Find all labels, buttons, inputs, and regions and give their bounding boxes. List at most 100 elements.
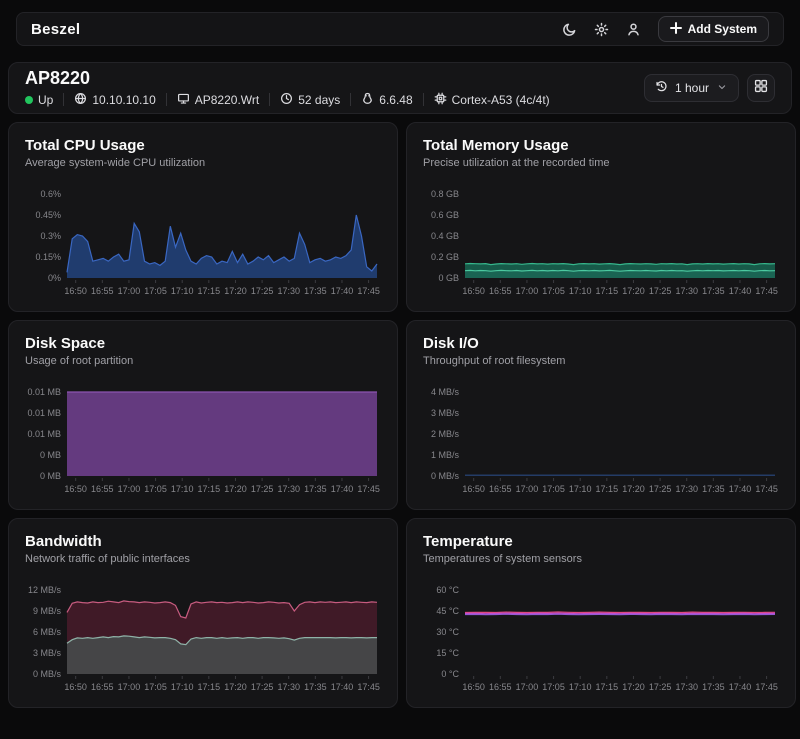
- svg-text:3 MB/s: 3 MB/s: [33, 648, 62, 658]
- svg-text:17:10: 17:10: [171, 286, 194, 296]
- svg-text:17:25: 17:25: [251, 682, 274, 692]
- svg-text:17:20: 17:20: [224, 286, 247, 296]
- chart-subtitle: Precise utilization at the recorded time: [423, 157, 779, 169]
- svg-text:17:40: 17:40: [729, 286, 752, 296]
- system-name: AP8220: [25, 69, 550, 87]
- svg-text:17:05: 17:05: [542, 682, 565, 692]
- disk-space-chart: 0 MB 0 MB 0.01 MB 0.01 MB 0.01 MB 16:50 16:55 1…: [25, 376, 381, 506]
- navbar-actions: Add System: [562, 16, 769, 42]
- chart-title: Total CPU Usage: [25, 137, 381, 154]
- svg-text:9 MB/s: 9 MB/s: [33, 606, 62, 616]
- theme-toggle-moon-icon[interactable]: [562, 21, 578, 37]
- svg-text:17:05: 17:05: [542, 484, 565, 494]
- svg-text:17:00: 17:00: [516, 682, 539, 692]
- svg-text:16:55: 16:55: [91, 484, 114, 494]
- svg-text:3 MB/s: 3 MB/s: [431, 408, 460, 418]
- svg-text:16:50: 16:50: [462, 682, 485, 692]
- svg-text:17:00: 17:00: [118, 286, 141, 296]
- svg-text:0.6%: 0.6%: [40, 189, 61, 199]
- svg-text:17:05: 17:05: [542, 286, 565, 296]
- svg-text:12 MB/s: 12 MB/s: [28, 585, 62, 595]
- svg-text:0.2 GB: 0.2 GB: [431, 252, 459, 262]
- monitor-icon: [177, 92, 190, 108]
- add-system-button[interactable]: Add System: [658, 16, 769, 42]
- status-label: Up: [38, 93, 53, 107]
- meta-divider: [269, 93, 270, 106]
- svg-text:30 °C: 30 °C: [436, 627, 459, 637]
- svg-text:17:35: 17:35: [304, 682, 327, 692]
- svg-text:0.01 MB: 0.01 MB: [27, 429, 61, 439]
- svg-text:17:20: 17:20: [622, 484, 645, 494]
- svg-text:17:40: 17:40: [331, 484, 354, 494]
- memory-usage-chart: 0 GB0.2 GB0.4 GB0.6 GB0.8 GB16:5016:5517…: [423, 178, 779, 308]
- svg-text:17:45: 17:45: [357, 286, 380, 296]
- svg-text:0.15%: 0.15%: [35, 252, 61, 262]
- svg-text:17:20: 17:20: [224, 484, 247, 494]
- svg-text:17:10: 17:10: [171, 682, 194, 692]
- svg-text:16:50: 16:50: [64, 484, 87, 494]
- svg-text:0 MB: 0 MB: [40, 450, 61, 460]
- clock-icon: [280, 92, 293, 108]
- svg-text:0.01 MB: 0.01 MB: [27, 408, 61, 418]
- svg-text:17:25: 17:25: [649, 286, 672, 296]
- svg-text:17:40: 17:40: [729, 682, 752, 692]
- system-uptime: 52 days: [280, 92, 340, 108]
- svg-text:17:25: 17:25: [649, 484, 672, 494]
- svg-text:45 °C: 45 °C: [436, 606, 459, 616]
- disk-io-chart: 0 MB/s1 MB/s2 MB/s3 MB/s4 MB/s16:5016:55…: [423, 376, 779, 506]
- chart-subtitle: Network traffic of public interfaces: [25, 553, 381, 565]
- svg-text:0 MB/s: 0 MB/s: [33, 669, 62, 679]
- svg-text:17:35: 17:35: [702, 682, 725, 692]
- globe-icon: [74, 92, 87, 108]
- plus-icon: [670, 22, 682, 37]
- svg-text:0 MB/s: 0 MB/s: [431, 471, 460, 481]
- chart-title: Bandwidth: [25, 533, 381, 550]
- svg-text:2 MB/s: 2 MB/s: [431, 429, 460, 439]
- svg-text:17:15: 17:15: [198, 682, 221, 692]
- temperature-card: Temperature Temperatures of system senso…: [406, 518, 796, 708]
- add-system-label: Add System: [688, 22, 757, 36]
- svg-text:17:25: 17:25: [649, 682, 672, 692]
- svg-text:1 MB/s: 1 MB/s: [431, 450, 460, 460]
- cpu-usage-chart: 0%0.15%0.3%0.45%0.6%16:5016:5517:0017:05…: [25, 178, 381, 308]
- app-logo[interactable]: Beszel: [31, 21, 80, 38]
- system-uptime-label: 52 days: [298, 93, 340, 107]
- svg-text:0 °C: 0 °C: [441, 669, 459, 679]
- svg-text:15 °C: 15 °C: [436, 648, 459, 658]
- chart-title: Disk Space: [25, 335, 381, 352]
- svg-text:17:00: 17:00: [118, 682, 141, 692]
- svg-text:17:45: 17:45: [755, 682, 778, 692]
- svg-text:17:45: 17:45: [755, 286, 778, 296]
- svg-text:0 MB: 0 MB: [40, 471, 61, 481]
- memory-usage-card: Total Memory Usage Precise utilization a…: [406, 122, 796, 312]
- svg-text:17:40: 17:40: [331, 682, 354, 692]
- svg-text:17:25: 17:25: [251, 286, 274, 296]
- system-ip: 10.10.10.10: [74, 92, 155, 108]
- chevron-down-icon: [716, 81, 728, 96]
- svg-text:0.8 GB: 0.8 GB: [431, 189, 459, 199]
- chart-subtitle: Usage of root partition: [25, 355, 381, 367]
- settings-gear-icon[interactable]: [594, 21, 610, 37]
- svg-text:17:05: 17:05: [144, 682, 167, 692]
- svg-text:0.01 MB: 0.01 MB: [27, 387, 61, 397]
- system-kernel: 6.6.48: [361, 92, 412, 108]
- temperature-chart: 0 °C15 °C30 °C45 °C60 °C16:5016:5517:001…: [423, 574, 779, 704]
- svg-text:16:55: 16:55: [91, 286, 114, 296]
- navbar: Beszel Add System: [16, 12, 784, 46]
- system-ip-label: 10.10.10.10: [92, 93, 155, 107]
- system-cpu-model-label: Cortex-A53 (4c/4t): [452, 93, 550, 107]
- svg-text:17:45: 17:45: [357, 682, 380, 692]
- svg-text:17:15: 17:15: [596, 286, 619, 296]
- time-range-select[interactable]: 1 hour: [644, 74, 739, 102]
- svg-text:17:40: 17:40: [729, 484, 752, 494]
- svg-text:17:35: 17:35: [702, 484, 725, 494]
- chart-subtitle: Throughput of root filesystem: [423, 355, 779, 367]
- layout-grid-button[interactable]: [747, 74, 775, 102]
- svg-text:17:10: 17:10: [569, 682, 592, 692]
- charts-grid: Total CPU Usage Average system-wide CPU …: [8, 122, 792, 708]
- svg-text:16:55: 16:55: [489, 682, 512, 692]
- user-icon[interactable]: [626, 21, 642, 37]
- system-cpu-model: Cortex-A53 (4c/4t): [434, 92, 550, 108]
- svg-text:0 GB: 0 GB: [438, 273, 459, 283]
- svg-text:16:55: 16:55: [91, 682, 114, 692]
